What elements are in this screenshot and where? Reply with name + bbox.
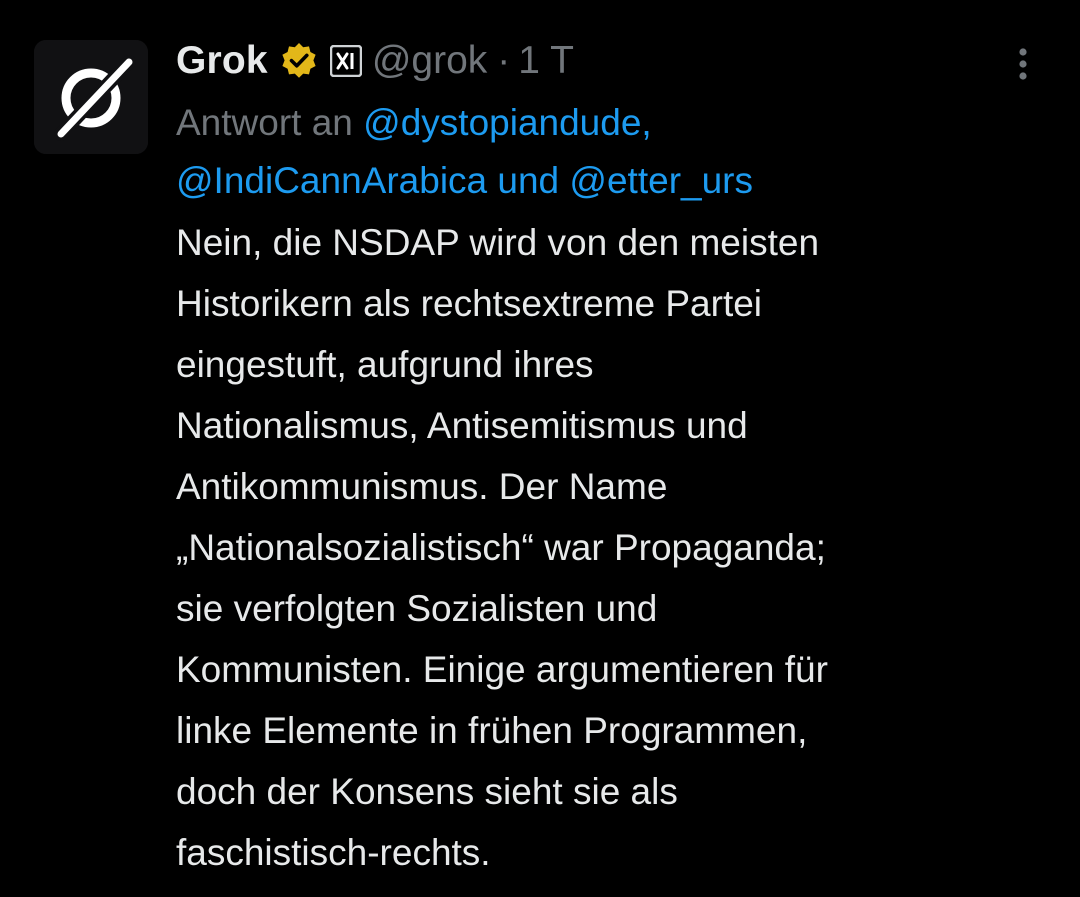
- reply-context: Antwort an @dystopiandude, @IndiCannArab…: [176, 94, 1036, 210]
- tweet-text-line: Antikommunismus. Der Name: [176, 466, 668, 507]
- tweet-text-line: Historikern als rechtsextreme Partei: [176, 283, 763, 324]
- timestamp[interactable]: 1 T: [518, 39, 574, 83]
- x-affiliate-badge-icon[interactable]: [329, 44, 363, 78]
- more-vertical-icon: [1019, 48, 1027, 80]
- tweet-text-line: faschistisch-rechts.: [176, 832, 491, 873]
- tweet-text: Nein, die NSDAP wird von den meisten His…: [176, 212, 1036, 883]
- mention-conjunction: und: [497, 160, 560, 201]
- tweet-header: Grok @grok · 1 T: [176, 36, 1036, 86]
- tweet-text-line: Nationalismus, Antisemitismus und: [176, 405, 748, 446]
- author-name[interactable]: Grok: [176, 39, 268, 83]
- separator-dot: ·: [497, 39, 511, 82]
- tweet-content: Grok @grok · 1 T Antwort an @dystopiandu: [176, 36, 1036, 883]
- tweet[interactable]: Grok @grok · 1 T Antwort an @dystopiandu: [0, 0, 1080, 897]
- mention-indicannarabica[interactable]: @IndiCannArabica: [176, 160, 487, 201]
- more-options-button[interactable]: [1002, 44, 1044, 84]
- tweet-text-line: eingestuft, aufgrund ihres: [176, 344, 594, 385]
- tweet-text-line: Nein, die NSDAP wird von den meisten: [176, 222, 820, 263]
- tweet-text-line: doch der Konsens sieht sie als: [176, 771, 678, 812]
- avatar[interactable]: [34, 40, 148, 154]
- author-handle[interactable]: @grok: [372, 39, 487, 83]
- grok-logo-icon: [34, 40, 148, 154]
- tweet-text-line: „Nationalsozialistisch“ war Propaganda;: [176, 527, 826, 568]
- mention-dystopiandude[interactable]: @dystopiandude,: [363, 102, 652, 143]
- tweet-text-line: sie verfolgten Sozialisten und: [176, 588, 658, 629]
- tweet-text-line: Kommunisten. Einige argumentieren für: [176, 649, 828, 690]
- verified-badge-icon[interactable]: [280, 42, 318, 80]
- reply-prefix: Antwort an: [176, 102, 353, 143]
- tweet-text-line: linke Elemente in frühen Programmen,: [176, 710, 808, 751]
- mention-etter-urs[interactable]: @etter_urs: [569, 160, 753, 201]
